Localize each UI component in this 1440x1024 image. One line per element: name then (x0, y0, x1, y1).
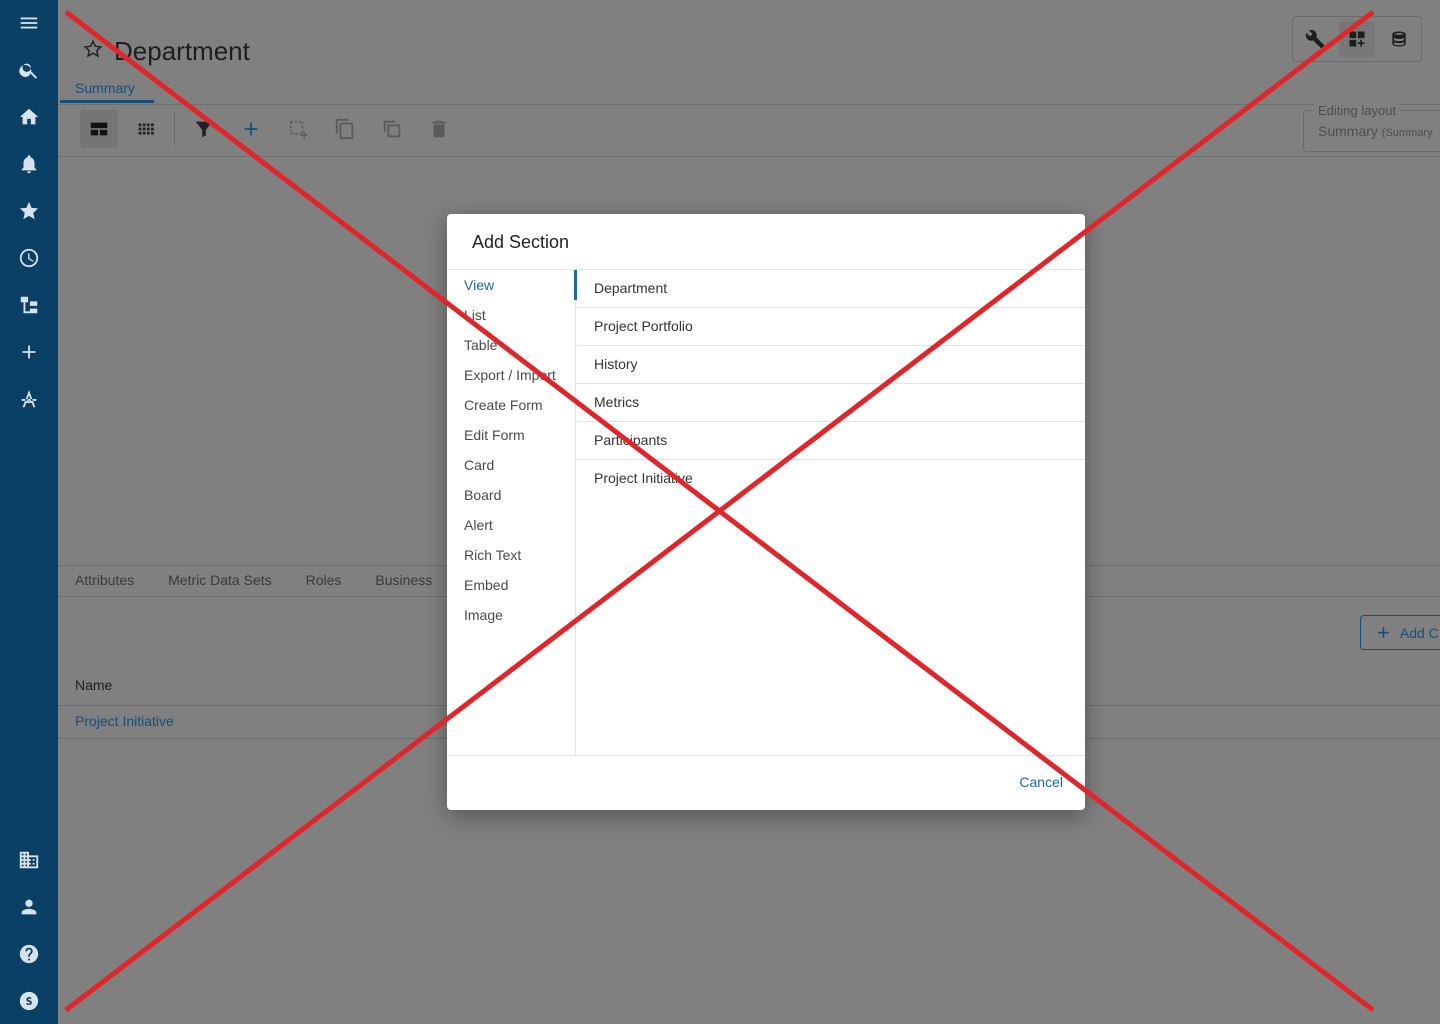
option-project-portfolio[interactable]: Project Portfolio (577, 308, 1085, 346)
option-project-initiative[interactable]: Project Initiative (577, 460, 1085, 498)
divider (58, 156, 1440, 157)
home-icon[interactable] (17, 105, 41, 129)
layout-toolbar (80, 110, 467, 148)
select-add-icon (289, 120, 308, 139)
duplicate-icon (383, 120, 401, 138)
nav-rail (0, 0, 58, 1024)
menu-icon[interactable] (17, 11, 41, 35)
editing-layout-label: Editing layout (1314, 103, 1401, 118)
hierarchy-icon[interactable] (17, 293, 41, 317)
category-export-import[interactable]: Export / Import (447, 360, 575, 390)
add-button[interactable]: + Add C (1360, 615, 1440, 650)
select-area-button[interactable] (279, 110, 317, 148)
page-title: Department (114, 36, 250, 66)
option-history[interactable]: History (577, 346, 1085, 384)
layout-rows-icon (90, 122, 108, 136)
category-edit-form[interactable]: Edit Form (447, 420, 575, 450)
category-embed[interactable]: Embed (447, 570, 575, 600)
trash-icon (432, 120, 446, 138)
category-image[interactable]: Image (447, 600, 575, 630)
plus-icon[interactable] (17, 340, 41, 364)
star-icon[interactable] (17, 199, 41, 223)
plus-icon: + (1377, 619, 1390, 645)
plus-icon (244, 122, 258, 136)
duplicate-button[interactable] (373, 110, 411, 148)
copy-button[interactable] (326, 110, 364, 148)
category-board[interactable]: Board (447, 480, 575, 510)
grid-dots-icon (138, 123, 154, 135)
favorite-star-icon[interactable] (82, 38, 104, 65)
dashboard-add-icon (1349, 31, 1365, 47)
layout-edit-button[interactable] (1339, 21, 1375, 57)
tab-roles[interactable]: Roles (306, 572, 342, 588)
section-option-list: Department Project Portfolio History Met… (577, 270, 1085, 498)
category-view[interactable]: View (447, 270, 575, 300)
app-logo-icon[interactable] (17, 989, 41, 1013)
add-section-button[interactable] (232, 110, 270, 148)
option-metrics[interactable]: Metrics (577, 384, 1085, 422)
tab-metric-data-sets[interactable]: Metric Data Sets (168, 572, 271, 588)
category-list-item[interactable]: List (447, 300, 575, 330)
editing-layout-select[interactable]: Editing layout Summary (Summary (1303, 103, 1440, 152)
filter-button[interactable] (185, 110, 223, 148)
category-card[interactable]: Card (447, 450, 575, 480)
toolbar-divider (174, 112, 175, 146)
building-icon[interactable] (17, 848, 41, 872)
section-layout-button[interactable] (80, 110, 118, 148)
delete-button[interactable] (420, 110, 458, 148)
title-row: Department (82, 36, 250, 67)
database-button[interactable] (1381, 21, 1417, 57)
add-button-label: Add C (1399, 624, 1439, 641)
column-header-name[interactable]: Name (75, 677, 112, 693)
dialog-title: Add Section (472, 232, 570, 252)
category-create-form[interactable]: Create Form (447, 390, 575, 420)
wrench-icon (1305, 29, 1325, 49)
detail-tabs: Attributes Metric Data Sets Roles Busine… (75, 572, 432, 588)
option-participants[interactable]: Participants (577, 422, 1085, 460)
bell-icon[interactable] (17, 152, 41, 176)
tab-business[interactable]: Business (375, 572, 432, 588)
user-icon[interactable] (17, 895, 41, 919)
copy-icon (335, 118, 354, 140)
option-department[interactable]: Department (577, 270, 1085, 308)
database-icon (1392, 31, 1406, 47)
tab-attributes[interactable]: Attributes (75, 572, 134, 588)
add-section-dialog: Add Section View List Table Export / Imp… (447, 214, 1085, 810)
search-icon[interactable] (17, 58, 41, 82)
divider (58, 104, 1440, 105)
clock-icon[interactable] (17, 246, 41, 270)
filter-icon (195, 121, 213, 138)
top-right-toolbar (1292, 16, 1422, 62)
category-list: View List Table Export / Import Create F… (447, 270, 576, 755)
category-rich-text[interactable]: Rich Text (447, 540, 575, 570)
table-row-link[interactable]: Project Initiative (75, 713, 174, 729)
tab-summary[interactable]: Summary (75, 80, 135, 96)
editing-layout-value: Summary (Summary (1318, 123, 1433, 139)
grid-layout-button[interactable] (127, 110, 165, 148)
category-alert[interactable]: Alert (447, 510, 575, 540)
compass-icon[interactable] (17, 387, 41, 411)
help-icon[interactable] (17, 942, 41, 966)
tab-active-indicator (60, 100, 154, 103)
wrench-button[interactable] (1297, 21, 1333, 57)
category-table[interactable]: Table (447, 330, 575, 360)
divider (447, 755, 1085, 756)
cancel-button[interactable]: Cancel (1019, 774, 1063, 790)
